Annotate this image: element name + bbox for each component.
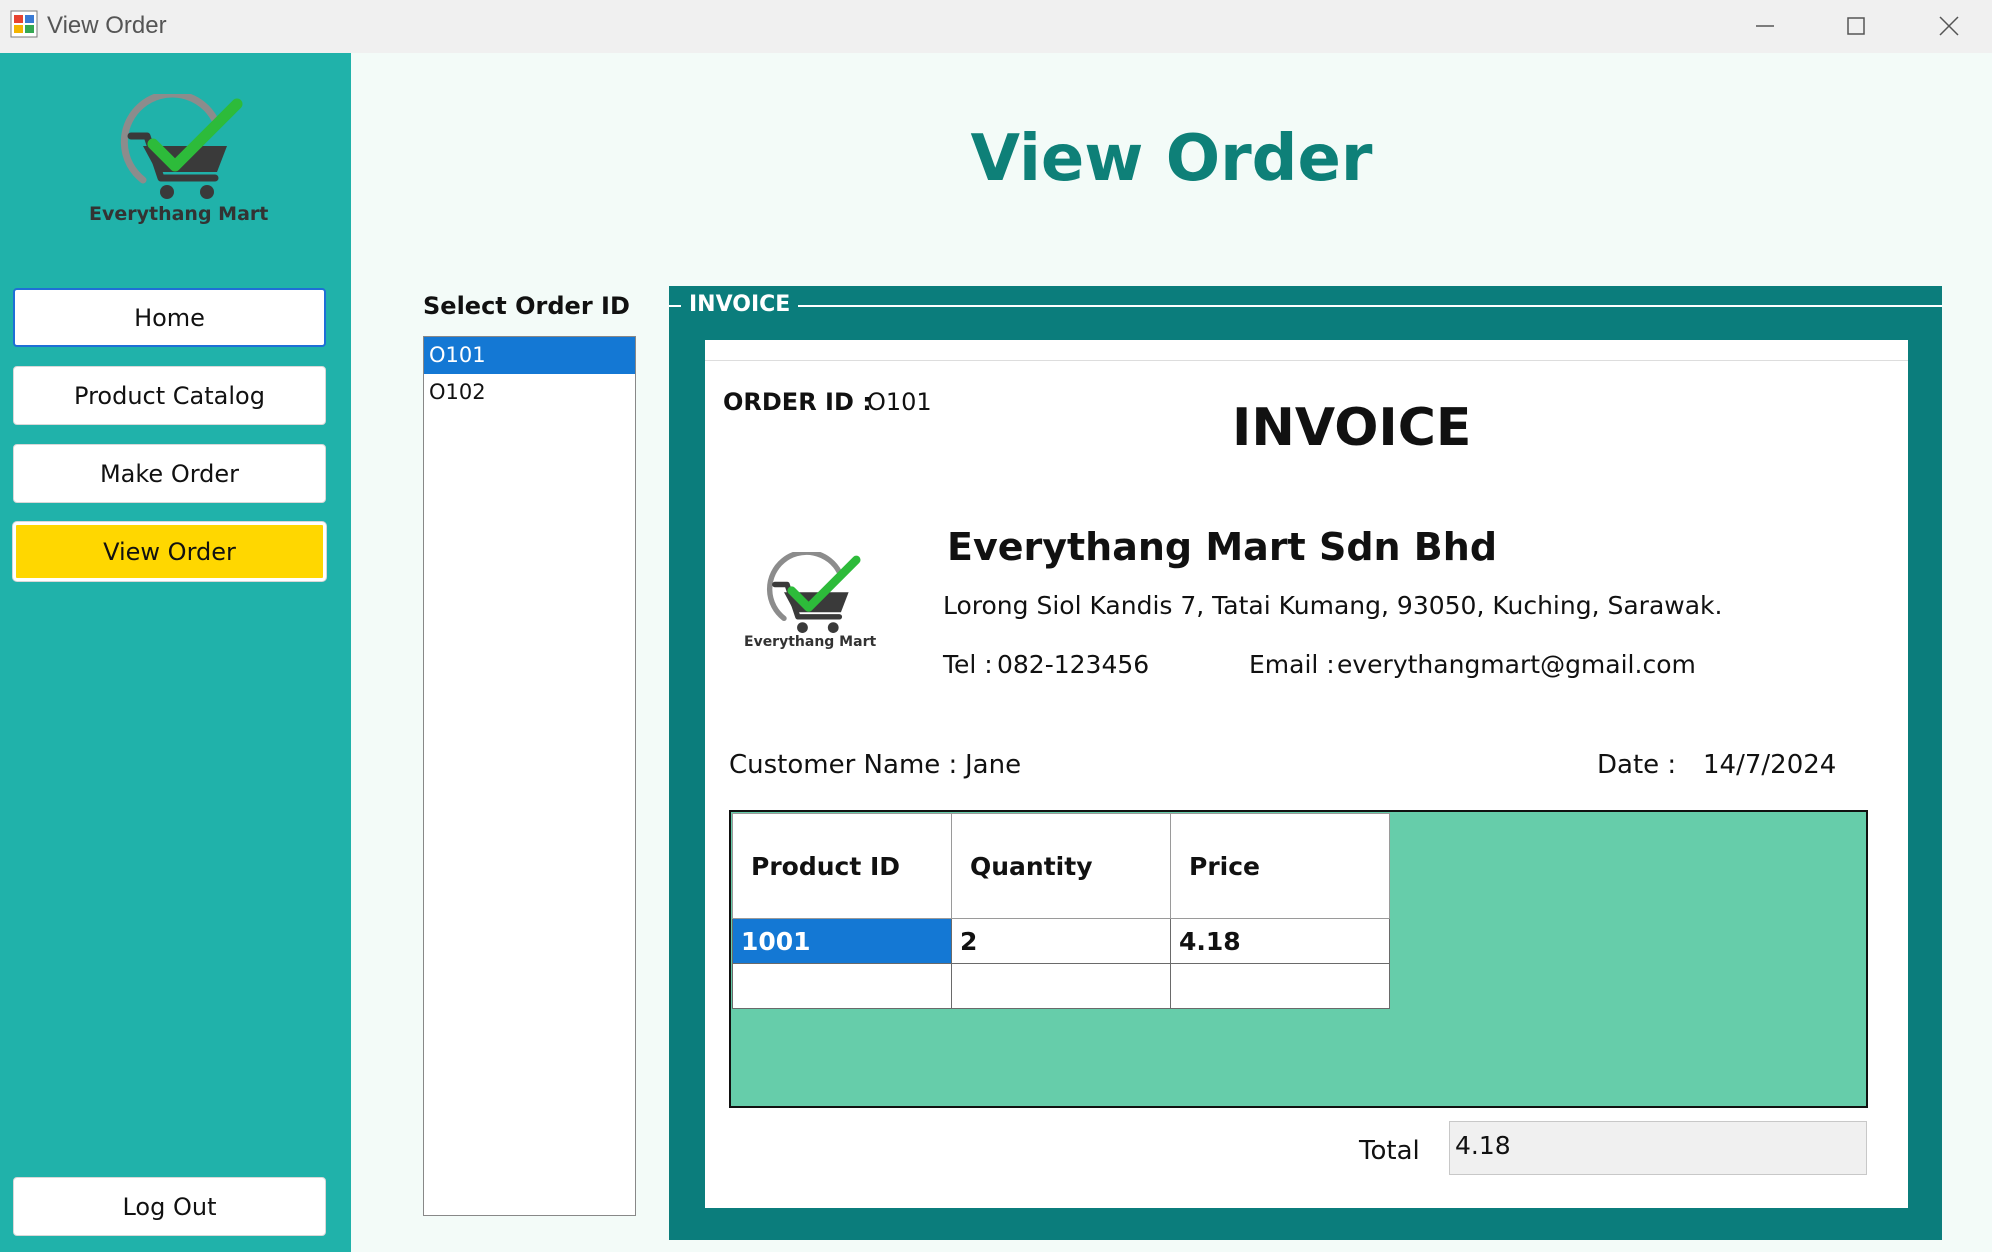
order-items-table[interactable]: Product ID Quantity Price 1001 2 4.18 bbox=[732, 813, 1390, 1009]
order-id-label: ORDER ID : bbox=[723, 388, 872, 416]
sidebar bbox=[0, 53, 351, 1252]
title-bar: View Order bbox=[0, 0, 1992, 53]
nav-make-order-button[interactable]: Make Order bbox=[13, 444, 326, 503]
table-row[interactable]: 1001 2 4.18 bbox=[732, 918, 1390, 964]
app-icon bbox=[10, 10, 38, 38]
store-logo-text: Everythang Mart bbox=[89, 203, 269, 225]
column-header-product-id[interactable]: Product ID bbox=[732, 813, 952, 919]
tel-label: Tel : bbox=[943, 650, 993, 679]
invoice-groupbox-caption: INVOICE bbox=[681, 292, 799, 317]
minimize-button[interactable] bbox=[1745, 8, 1785, 44]
table-row[interactable] bbox=[732, 963, 1390, 1009]
invoice-title: INVOICE bbox=[1232, 398, 1472, 458]
order-id-value: O101 bbox=[867, 388, 932, 416]
company-name: Everythang Mart Sdn Bhd bbox=[947, 525, 1498, 569]
table-cell[interactable] bbox=[732, 963, 952, 1009]
minimize-icon bbox=[1756, 25, 1774, 27]
date-value: 14/7/2024 bbox=[1703, 750, 1837, 780]
groupbox-border bbox=[669, 305, 1942, 307]
close-button[interactable] bbox=[1929, 8, 1969, 44]
customer-name-value: Jane bbox=[965, 750, 1022, 780]
invoice-logo-icon bbox=[766, 552, 861, 633]
maximize-icon bbox=[1847, 17, 1865, 35]
customer-name-label: Customer Name : bbox=[729, 750, 958, 780]
divider bbox=[705, 360, 1908, 361]
nav-view-order-button[interactable]: View Order bbox=[13, 522, 326, 581]
email-label: Email : bbox=[1249, 650, 1335, 679]
order-id-list-item[interactable]: O102 bbox=[424, 374, 635, 411]
email-value: everythangmart@gmail.com bbox=[1337, 650, 1696, 679]
order-id-listbox[interactable]: O101 O102 bbox=[423, 336, 636, 1216]
close-icon bbox=[1939, 16, 1959, 36]
column-header-price[interactable]: Price bbox=[1170, 813, 1390, 919]
tel-value: 082-123456 bbox=[997, 650, 1150, 679]
page-title: View Order bbox=[970, 122, 1373, 196]
window-title: View Order bbox=[47, 12, 167, 39]
invoice-logo-text: Everythang Mart bbox=[744, 634, 877, 650]
nav-product-catalog-button[interactable]: Product Catalog bbox=[13, 366, 326, 425]
order-id-list-item[interactable]: O101 bbox=[424, 337, 635, 374]
store-logo-icon bbox=[120, 94, 243, 199]
table-cell[interactable]: 1001 bbox=[732, 918, 952, 964]
table-cell[interactable] bbox=[1170, 963, 1390, 1009]
table-cell[interactable]: 4.18 bbox=[1170, 918, 1390, 964]
company-address: Lorong Siol Kandis 7, Tatai Kumang, 9305… bbox=[943, 591, 1723, 620]
logout-button[interactable]: Log Out bbox=[13, 1177, 326, 1236]
total-field[interactable]: 4.18 bbox=[1449, 1121, 1867, 1175]
nav-home-button[interactable]: Home bbox=[13, 288, 326, 347]
select-order-id-label: Select Order ID bbox=[423, 292, 630, 320]
total-label: Total bbox=[1359, 1136, 1420, 1166]
table-cell[interactable] bbox=[951, 963, 1171, 1009]
date-label: Date : bbox=[1597, 750, 1677, 780]
table-header-row: Product ID Quantity Price bbox=[732, 813, 1390, 919]
maximize-button[interactable] bbox=[1836, 8, 1876, 44]
table-cell[interactable]: 2 bbox=[951, 918, 1171, 964]
column-header-quantity[interactable]: Quantity bbox=[951, 813, 1171, 919]
